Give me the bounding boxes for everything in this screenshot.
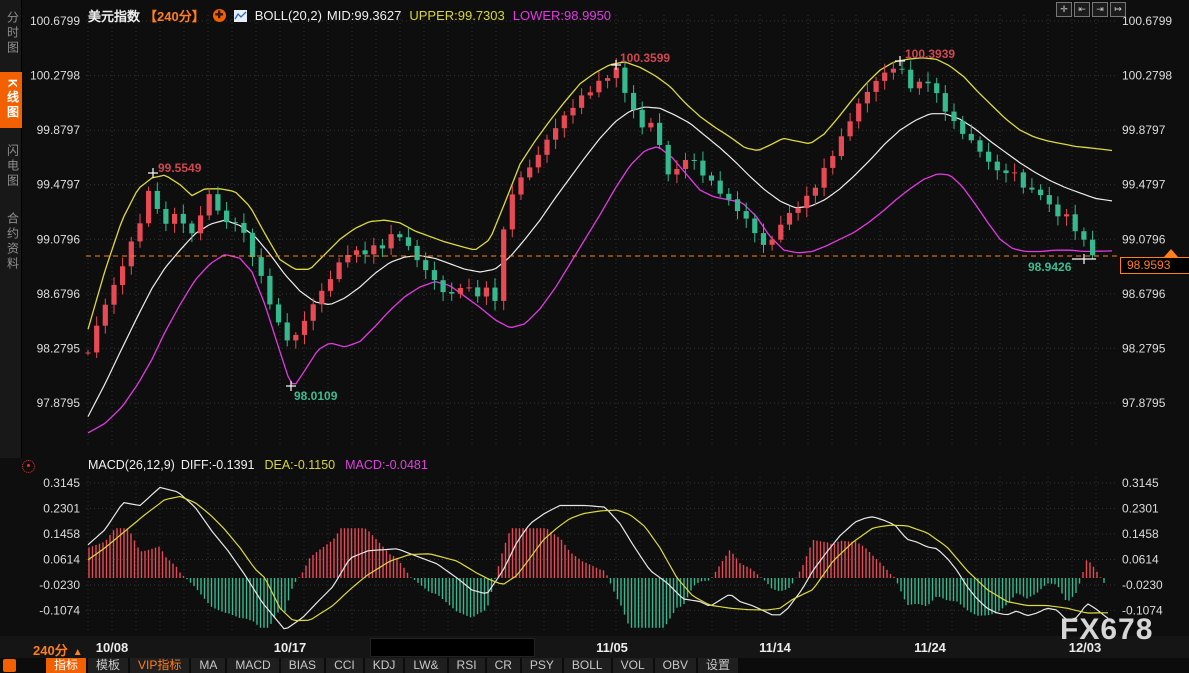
toolbar-button-RSI[interactable]: RSI [449, 658, 485, 673]
toolbar-button-VIP指标[interactable]: VIP指标 [130, 658, 189, 673]
price-annotation: 100.3939 [905, 47, 955, 61]
toolbar-button-指标[interactable]: 指标 [46, 658, 86, 673]
macd-dea-value: DEA:-0.1150 [264, 458, 335, 472]
axis-label: 99.8797 [1122, 123, 1166, 137]
price-up-arrow-icon [1164, 249, 1178, 257]
last-price-tag: 98.9593 [1120, 257, 1189, 274]
date-tick: 11/24 [914, 640, 946, 655]
macd-diff-value: DIFF:-0.1391 [181, 458, 255, 472]
axis-label: 98.2795 [37, 341, 81, 355]
sidebar-tabs: 分时图 K线图闪电图合约资料 [0, 0, 22, 458]
period-selector[interactable]: 240分 ▲ [33, 640, 83, 659]
toolbar-button-VOL[interactable]: VOL [613, 658, 653, 673]
axis-label: 0.0614 [1122, 553, 1159, 567]
grid [86, 15, 1116, 632]
axis-label: 97.8795 [1122, 396, 1166, 410]
zoom-in-tool-icon[interactable]: ⇤ [1074, 2, 1090, 17]
pan-right-tool-icon[interactable]: ↦ [1110, 2, 1126, 17]
toolbar-button-模板[interactable]: 模板 [88, 658, 128, 673]
boll-label: BOLL(20,2) [255, 8, 322, 23]
toolbar-button-MA[interactable]: MA [191, 658, 225, 673]
date-tick: 10/17 [274, 640, 307, 655]
axis-label: -0.1074 [39, 603, 80, 617]
zoom-out-tool-icon[interactable]: ⇥ [1092, 2, 1108, 17]
toolbar-button-CCI[interactable]: CCI [326, 658, 363, 673]
macd-macd-value: MACD:-0.0481 [345, 458, 428, 472]
axis-label: 100.6799 [30, 14, 80, 28]
boll-upper-value: UPPER:99.7303 [409, 8, 504, 23]
sidebar-tab-合约资料[interactable]: 合约资料 [0, 205, 22, 279]
boll-lower-value: LOWER:98.9950 [513, 8, 611, 23]
axis-label: 99.0796 [1122, 232, 1166, 246]
date-tick: 10/08 [96, 640, 129, 655]
boll-upper-line [88, 58, 1112, 329]
corner-menu-icon[interactable] [3, 659, 16, 672]
toolbar-button-设置[interactable]: 设置 [698, 658, 738, 673]
trading-terminal: 100.6799 100.6799 100.2798 100.2798 99.8797 9… [0, 0, 1189, 673]
axis-label: 100.2798 [30, 69, 80, 83]
sidebar-tab-K线图[interactable]: K线图 [0, 72, 22, 128]
axis-label: 97.8795 [37, 396, 81, 410]
axis-label: -0.0230 [1122, 578, 1163, 592]
macd-dea-line [88, 497, 1108, 621]
toolbar-button-PSY[interactable]: PSY [522, 658, 562, 673]
boll-mid-line [88, 107, 1112, 416]
axis-label: 99.4797 [1122, 178, 1166, 192]
mini-chart-icon [234, 10, 247, 22]
watermark: FX678 [1060, 613, 1153, 647]
crosshair-tool-icon[interactable]: ✛ [1056, 2, 1072, 17]
period-text: 240分 [33, 643, 68, 658]
axis-label: 98.6796 [37, 287, 81, 301]
period-arrow-icon: ▲ [73, 647, 83, 658]
axis-label: 98.2795 [1122, 341, 1166, 355]
axis-label: 100.2798 [1122, 69, 1172, 83]
axis-label: 0.2301 [1122, 502, 1159, 516]
toolbar-button-MACD[interactable]: MACD [227, 658, 278, 673]
sidebar-tab-分时图[interactable]: 分时图 [0, 4, 22, 63]
axis-label: 99.0796 [37, 232, 81, 246]
toolbar-button-LW&[interactable]: LW& [405, 658, 446, 673]
chart-header: 美元指数 【240分】 ✚ BOLL(20,2) MID:99.3627 UPP… [88, 6, 611, 25]
price-annotation: 100.3599 [620, 51, 670, 65]
date-tick: 11/05 [596, 640, 628, 655]
axis-label: 0.2301 [43, 502, 80, 516]
macd-title: MACD(26,12,9) [88, 458, 175, 472]
boll-lower-line [88, 147, 1112, 433]
add-indicator-icon[interactable]: ✚ [213, 9, 226, 22]
axis-label: 99.8797 [37, 123, 81, 137]
boll-mid-value: MID:99.3627 [327, 8, 401, 23]
axis-label: 0.1458 [43, 527, 80, 541]
axis-label: 98.6796 [1122, 287, 1166, 301]
toolbar-button-CR[interactable]: CR [487, 658, 520, 673]
indicator-toolbar: 指标模板VIP指标MAMACDBIASCCIKDJLW&RSICRPSYBOLL… [0, 658, 1189, 673]
axis-label: 99.4797 [37, 178, 81, 192]
price-annotation: 99.5549 [158, 161, 202, 175]
axis-labels: 100.6799 100.6799 100.2798 100.2798 99.8797 9… [30, 14, 1172, 617]
toolbar-button-BOLL[interactable]: BOLL [564, 658, 611, 673]
price-annotation: 98.0109 [294, 389, 338, 403]
symbol-name: 美元指数 [88, 6, 140, 25]
axis-label: -0.0230 [39, 578, 80, 592]
toolbar-button-KDJ[interactable]: KDJ [365, 658, 404, 673]
toolbar-button-BIAS[interactable]: BIAS [281, 658, 324, 673]
axis-label: 100.6799 [1122, 14, 1172, 28]
axis-label: 0.3145 [43, 476, 80, 490]
toolbar-button-OBV[interactable]: OBV [655, 658, 696, 673]
axis-label: 0.3145 [1122, 476, 1159, 490]
annotations: 99.5549 100.3599 100.3939 98.0109 98.9426 [148, 47, 1096, 403]
macd-header: MACD(26,12,9) DIFF:-0.1391 DEA:-0.1150 M… [88, 458, 428, 472]
timeline-scroll-thumb[interactable] [370, 638, 535, 657]
chart-canvas[interactable]: 100.6799 100.6799 100.2798 100.2798 99.8797 9… [0, 0, 1189, 636]
time-axis-row: 240分▲ 10/0810/1711/0511/1411/2412/03 [0, 636, 1189, 658]
candles [85, 58, 1095, 358]
axis-label: 0.1458 [1122, 527, 1159, 541]
sidebar-tab-闪电图[interactable]: 闪电图 [0, 137, 22, 196]
axis-label: 0.0614 [43, 553, 80, 567]
period-badge: 【240分】 [144, 6, 205, 25]
price-annotation: 98.9426 [1028, 260, 1072, 274]
chart-tool-buttons: ✛⇤⇥↦ [1056, 2, 1126, 17]
macd-collapse-icon[interactable] [22, 460, 35, 473]
date-tick: 11/14 [759, 640, 791, 655]
